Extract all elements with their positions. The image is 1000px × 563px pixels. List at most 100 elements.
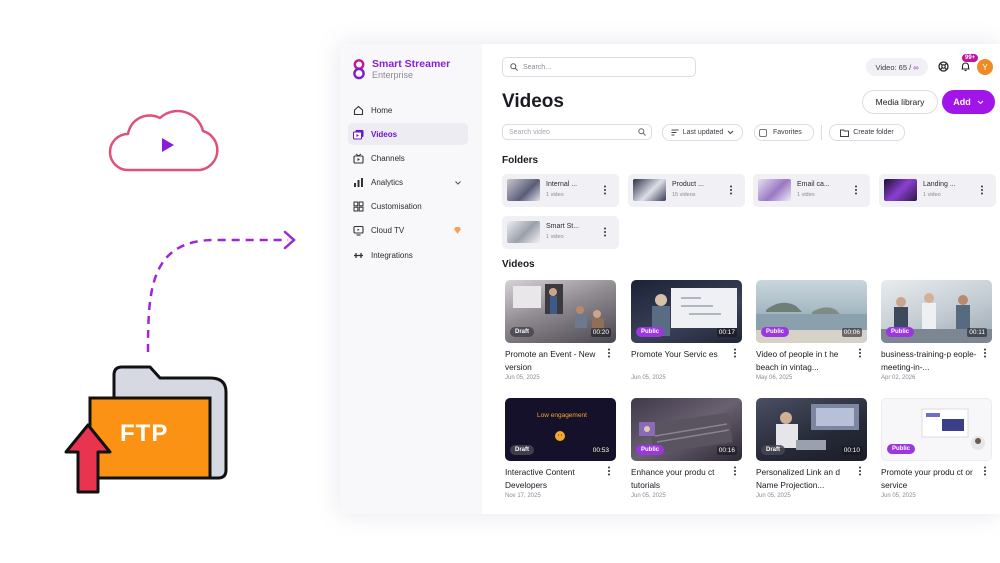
sidebar-item-home[interactable]: Home	[348, 99, 468, 121]
video-quota-badge: Video: 65 / ∞	[866, 58, 928, 76]
video-duration: 00:17	[716, 328, 737, 337]
folder-name: Product ...	[672, 181, 704, 188]
video-thumbnail[interactable]: Low engagement Draft 00:53	[505, 398, 616, 461]
folder-card[interactable]: Internal ... 1 video	[502, 174, 619, 207]
video-title[interactable]: Promote Your Servic es	[631, 348, 731, 373]
bell-icon[interactable]	[960, 61, 971, 72]
video-quota-label: Video: 65 /	[875, 62, 912, 72]
customisation-icon	[353, 201, 364, 212]
sidebar-item-label: Channels	[371, 153, 405, 163]
video-thumbnail[interactable]: Public	[881, 398, 992, 461]
sidebar-item-integrations[interactable]: Integrations	[348, 244, 468, 266]
more-options-icon[interactable]	[602, 227, 608, 237]
more-options-icon[interactable]	[606, 466, 612, 476]
more-options-icon[interactable]	[853, 185, 859, 195]
brand-sub: Enterprise	[372, 69, 414, 80]
search-icon	[638, 128, 646, 136]
video-card[interactable]: Public 00:11 business-training-p eople-m…	[881, 280, 992, 381]
folder-card[interactable]: Email ca... 1 video	[753, 174, 870, 207]
more-options-icon[interactable]	[857, 348, 863, 358]
folder-card[interactable]: Product ... 15 videos	[628, 174, 745, 207]
video-card[interactable]: Draft 00:10 Personalized Link an d Name …	[756, 398, 867, 499]
folder-card[interactable]: Smart St... 1 video	[502, 216, 619, 249]
sidebar-item-videos[interactable]: Videos	[348, 123, 468, 146]
video-title[interactable]: Promote an Event - New version	[505, 348, 605, 373]
video-thumbnail[interactable]: Public 00:16	[631, 398, 742, 461]
avatar[interactable]: Y	[977, 59, 993, 75]
video-title[interactable]: Enhance your produ ct tutorials	[631, 466, 731, 491]
video-duration: 00:53	[590, 446, 611, 455]
folder-name: Landing ...	[923, 181, 956, 188]
brand[interactable]: Smart Streamer Enterprise	[352, 58, 450, 80]
folder-thumbnail	[633, 179, 666, 201]
more-options-icon[interactable]	[982, 466, 988, 476]
video-title[interactable]: business-training-p eople-meeting-in-...	[881, 348, 981, 373]
video-card[interactable]: Draft 00:20 Promote an Event - New versi…	[505, 280, 616, 381]
more-options-icon[interactable]	[732, 466, 738, 476]
sort-dropdown[interactable]: Last updated	[662, 124, 743, 141]
notification-count-badge: 99+	[962, 54, 979, 62]
sidebar-item-analytics[interactable]: Analytics	[348, 172, 468, 194]
folder-card[interactable]: Landing ... 1 video	[879, 174, 996, 207]
video-card[interactable]: Public 00:17 Promote Your Servic es Jun …	[631, 280, 742, 381]
more-options-icon[interactable]	[979, 185, 985, 195]
more-options-icon[interactable]	[602, 185, 608, 195]
add-button[interactable]: Add	[942, 90, 995, 114]
sidebar-item-cloud-tv[interactable]: Cloud TV	[348, 220, 468, 242]
more-options-icon[interactable]	[728, 185, 734, 195]
sidebar-item-label: Videos	[371, 129, 398, 139]
video-duration: 00:11	[967, 328, 987, 337]
more-options-icon[interactable]	[857, 466, 863, 476]
page-title: Videos	[502, 91, 564, 112]
search-videos-input[interactable]: Search video	[502, 124, 652, 140]
video-title[interactable]: Video of people in t he beach in vintag.…	[756, 348, 856, 373]
create-folder-label: Create folder	[853, 129, 894, 136]
dashed-arrow-icon	[146, 238, 288, 353]
video-card[interactable]: Public Promote your produ ct or service …	[881, 398, 992, 499]
video-date: Jun 05, 2025	[756, 493, 791, 499]
illustration-art	[64, 109, 296, 494]
chevron-down-icon[interactable]	[454, 179, 462, 187]
video-quota-limit: ∞	[913, 62, 919, 72]
search-placeholder: Search...	[523, 63, 552, 71]
video-thumbnail[interactable]: Public 00:11	[881, 280, 992, 343]
more-options-icon[interactable]	[732, 348, 738, 358]
media-library-button[interactable]: Media library	[862, 90, 938, 114]
video-thumbnail[interactable]: Draft 00:20	[505, 280, 616, 343]
sidebar-nav: Home Videos Channels Analytics Customisa…	[348, 99, 468, 268]
video-title[interactable]: Interactive Content Developers	[505, 466, 605, 491]
more-options-icon[interactable]	[982, 348, 988, 358]
favorites-checkbox[interactable]	[759, 128, 767, 137]
sidebar-item-customisation[interactable]: Customisation	[348, 196, 468, 218]
video-card[interactable]: Low engagement Draft 00:53 Interactive C…	[505, 398, 616, 499]
folder-thumbnail	[507, 221, 540, 243]
more-options-icon[interactable]	[606, 348, 612, 358]
video-card[interactable]: Public 00:16 Enhance your produ ct tutor…	[631, 398, 742, 499]
video-thumbnail[interactable]: Draft 00:10	[756, 398, 867, 461]
video-date: Apr 02, 2026	[881, 375, 916, 381]
video-card[interactable]: Public 00:06 Video of people in t he bea…	[756, 280, 867, 381]
sidebar-item-channels[interactable]: Channels	[348, 147, 468, 169]
folder-count: 15 videos	[672, 192, 696, 198]
status-badge: Public	[887, 444, 916, 454]
video-thumbnail[interactable]: Public 00:17	[631, 280, 742, 343]
status-badge: Public	[886, 327, 915, 337]
sidebar-item-label: Customisation	[371, 202, 422, 212]
create-folder-button[interactable]: Create folder	[829, 124, 905, 141]
favorites-filter[interactable]: Favorites	[754, 124, 814, 141]
premium-gem-icon	[454, 226, 461, 234]
analytics-icon	[353, 177, 364, 188]
status-badge: Draft	[510, 445, 535, 455]
sidebar-item-label: Cloud TV	[371, 226, 405, 236]
folder-count: 1 video	[546, 192, 564, 198]
help-icon[interactable]	[938, 61, 949, 72]
video-duration: 00:16	[716, 446, 737, 455]
folder-name: Internal ...	[546, 181, 578, 188]
folder-count: 1 video	[546, 234, 564, 240]
search-input[interactable]: Search...	[502, 57, 696, 77]
app-window: Smart Streamer Enterprise Home Videos Ch…	[340, 44, 1000, 514]
home-icon	[353, 105, 364, 116]
video-title[interactable]: Promote your produ ct or service	[881, 466, 981, 491]
video-thumbnail[interactable]: Public 00:06	[756, 280, 867, 343]
video-title[interactable]: Personalized Link an d Name Projection..…	[756, 466, 856, 491]
